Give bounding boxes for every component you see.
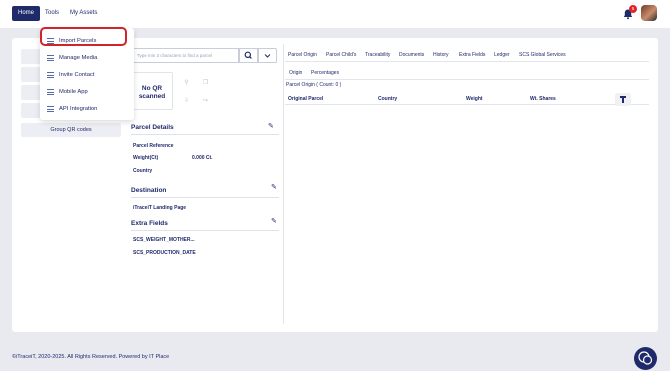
chat-button[interactable] (634, 347, 657, 370)
tab-documents[interactable]: Documents (399, 50, 424, 60)
search-icon (244, 51, 252, 59)
vertical-divider (283, 44, 284, 324)
edit-parcel-details-icon[interactable]: ✎ (268, 123, 276, 131)
list-icon (47, 55, 54, 61)
extra-field-1: SCS_WEIGHT_MOTHER... (133, 237, 195, 243)
tab-parcel-origin[interactable]: Parcel Origin (286, 50, 319, 62)
tree-view-button[interactable] (615, 93, 631, 106)
highlight-box (40, 27, 127, 46)
menu-item-label: API Integration (59, 106, 98, 112)
divider (131, 197, 279, 198)
qr-status-line1: No QR (141, 85, 163, 92)
column-header-country: Country (378, 96, 398, 102)
hierarchy-icon (620, 96, 626, 103)
extra-fields-title: Extra Fields (131, 220, 168, 227)
tab-history[interactable]: History (433, 50, 449, 60)
table-header-divider (285, 104, 649, 105)
download-icon[interactable]: ⇩ (181, 96, 192, 107)
tab-ledger[interactable]: Ledger (494, 50, 510, 60)
nav-home[interactable]: Home (12, 6, 41, 21)
menu-item-label: Invite Contact (59, 72, 95, 78)
tab-parcel-childs[interactable]: Parcel Child's (326, 50, 356, 60)
parcel-details-title: Parcel Details (131, 124, 174, 131)
tabs-divider (285, 61, 649, 62)
list-icon (47, 89, 54, 95)
tab-extra-fields[interactable]: Extra Fields (459, 50, 485, 60)
menu-item-api-integration[interactable]: API Integration (40, 101, 134, 117)
subtabs-divider (285, 79, 649, 80)
parcel-search-input[interactable]: Type min 3 characters to find a parcel (131, 48, 239, 63)
divider (131, 134, 279, 135)
tab-traceability[interactable]: Traceability (365, 50, 390, 60)
notification-badge: 5 (629, 5, 637, 13)
landing-page-label: iTraceiT Landing Page (133, 205, 187, 211)
search-button[interactable] (239, 48, 258, 63)
weight-label: Weight(Ct) (133, 155, 159, 161)
column-header-weight: Weight (466, 96, 483, 102)
menu-item-label: Manage Media (59, 55, 98, 61)
menu-item-label: Mobile App (59, 89, 88, 95)
column-header-wt-shares: Wt. Shares (530, 96, 556, 102)
extra-field-2: SCS_PRODUCTION_DATE (133, 250, 196, 256)
chevron-down-icon (264, 54, 271, 58)
menu-item-manage-media[interactable]: Manage Media (40, 50, 134, 66)
origin-count: Parcel Origin ( Count: 0 ) (286, 82, 342, 88)
nav-tools[interactable]: Tools (41, 6, 63, 21)
destination-title: Destination (131, 187, 167, 194)
link-icon[interactable]: ⚲ (181, 78, 192, 89)
avatar[interactable] (641, 5, 657, 21)
edit-extra-fields-icon[interactable]: ✎ (271, 218, 279, 226)
list-icon (47, 72, 54, 78)
chat-icon (638, 351, 653, 365)
share-icon[interactable]: ↪ (200, 96, 211, 107)
qr-status-line2: scanned (138, 93, 166, 100)
divider (131, 230, 279, 231)
subtab-origin[interactable]: Origin (286, 69, 305, 80)
qr-status-box: No QR scanned (131, 72, 173, 110)
nav-my-assets[interactable]: My Assets (66, 6, 101, 21)
country-label: Country (133, 168, 153, 174)
subtab-percentages[interactable]: Percentages (311, 69, 339, 78)
parcel-reference-label: Parcel Reference (133, 143, 174, 149)
menu-item-invite-contact[interactable]: Invite Contact (40, 67, 134, 83)
edit-destination-icon[interactable]: ✎ (271, 184, 279, 192)
filter-button[interactable] (258, 48, 277, 63)
tab-scs-global-services[interactable]: SCS Global Services (519, 50, 566, 60)
menu-item-mobile-app[interactable]: Mobile App (40, 84, 134, 100)
top-navbar: Home Tools My Assets 5 (0, 0, 670, 28)
copy-icon[interactable]: ❐ (200, 78, 211, 89)
weight-value: 0.000 Ct. (192, 155, 213, 161)
footer-copyright: ©iTraceiT, 2020-2025. All Rights Reserve… (12, 354, 170, 360)
column-header-original-parcel: Original Parcel (288, 96, 324, 102)
group-qr-codes-button[interactable]: Group QR codes (21, 123, 121, 137)
list-icon (47, 106, 54, 112)
